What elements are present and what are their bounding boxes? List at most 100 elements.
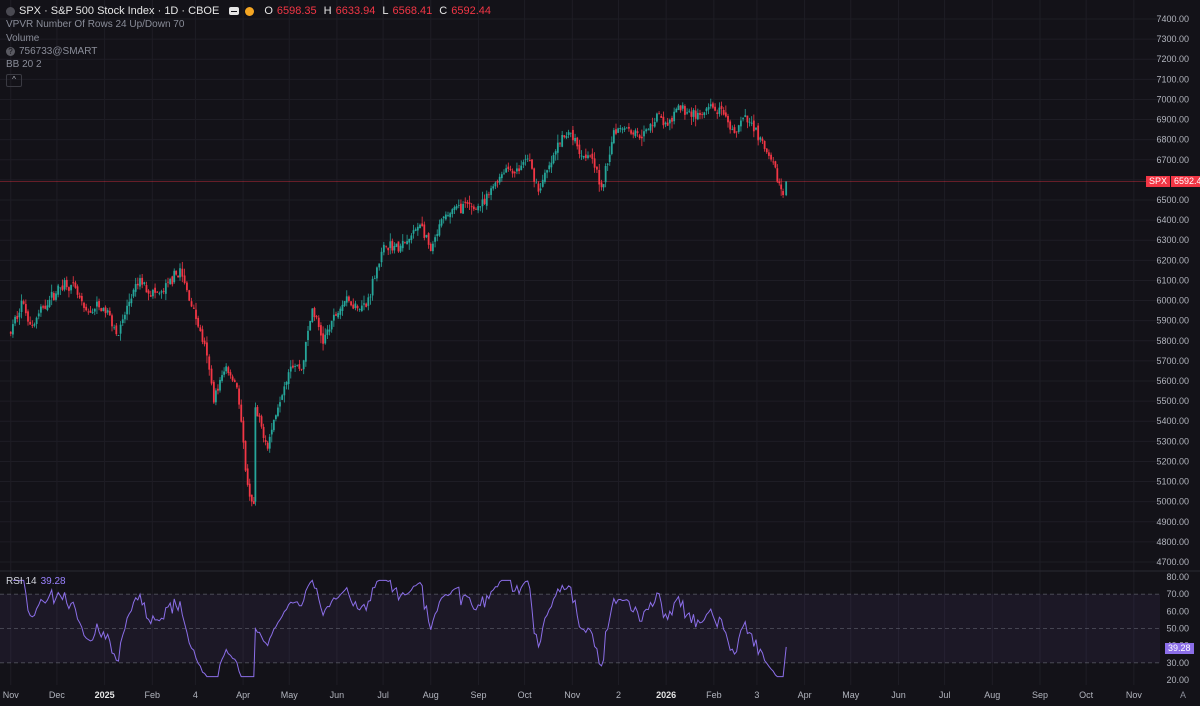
candle-body [363, 303, 365, 305]
rsi-legend[interactable]: RSI 14 39.28 [6, 576, 66, 587]
candle-body [20, 300, 23, 312]
candle [440, 218, 443, 228]
candle [447, 211, 449, 218]
price-axis-label: 5100.00 [1156, 477, 1189, 487]
indicator-account[interactable]: ? 756733@SMART [6, 45, 494, 58]
candle-body [496, 181, 499, 183]
candle-body [679, 105, 682, 111]
candle-body [681, 105, 684, 109]
candle-body [298, 364, 301, 369]
candle [434, 234, 436, 248]
price-axis-label: 6500.00 [1156, 195, 1189, 205]
candle-body [264, 440, 267, 443]
chevron-up-icon[interactable]: ^ [6, 73, 22, 87]
candle [591, 148, 594, 164]
chart-canvas[interactable]: 7400.00 7300.00 7200.00 7100.00 7000.00 6900.… [0, 0, 1200, 706]
candle [260, 414, 263, 429]
candle [130, 294, 133, 307]
candle-body [425, 234, 428, 238]
candle-body [724, 112, 727, 117]
candle [283, 381, 286, 403]
symbol-title[interactable]: SPX · S&P 500 Stock Index · 1D · CBOE [19, 5, 219, 17]
candle-body [169, 278, 172, 284]
auto-scale-icon[interactable]: A [1177, 689, 1189, 701]
candle-body [119, 324, 122, 334]
candle [578, 139, 581, 159]
candle-body [9, 331, 12, 334]
candle-body [195, 309, 197, 319]
candle-body [684, 106, 686, 115]
candle-body [256, 406, 259, 417]
candle [584, 148, 587, 162]
indicator-volume[interactable]: Volume [6, 31, 494, 44]
candle-body [376, 267, 378, 279]
candle-body [451, 209, 454, 214]
candle-body [18, 312, 21, 318]
candle-body [115, 325, 118, 335]
candle [223, 367, 226, 378]
candle [313, 306, 316, 321]
rsi-label: RSI 14 [6, 576, 37, 587]
candle-body [281, 395, 284, 400]
candle-body [582, 155, 585, 158]
candle-body [348, 296, 350, 301]
candle-body [662, 116, 665, 126]
candle-body [574, 137, 576, 142]
candle [212, 380, 215, 404]
price-axis-label: 5200.00 [1156, 456, 1189, 466]
candle-body [59, 287, 62, 289]
candle-body [136, 283, 139, 286]
candle [677, 103, 680, 111]
candle-body [225, 366, 228, 372]
candle [623, 126, 626, 132]
price-axis-label: 7300.00 [1156, 34, 1189, 44]
candle [619, 124, 622, 133]
candle [401, 234, 404, 252]
candle [462, 201, 464, 214]
candle [358, 308, 361, 312]
candle [106, 308, 109, 315]
time-axis-label: Feb [706, 690, 722, 700]
candle [516, 162, 518, 175]
candle [598, 163, 601, 192]
clock-icon[interactable] [245, 6, 255, 16]
tag-icon[interactable] [229, 7, 240, 15]
indicator-vpvr[interactable]: VPVR Number Of Rows 24 Up/Down 70 [6, 18, 494, 31]
candle-body [85, 306, 88, 311]
candle [565, 132, 568, 140]
candle-body [561, 135, 564, 147]
candle-body [61, 285, 64, 290]
candle-body [352, 304, 355, 309]
candle-body [199, 327, 202, 331]
candle [453, 205, 456, 215]
candle-body [31, 325, 34, 326]
time-axis-label: Sep [1032, 690, 1048, 700]
candle [48, 295, 51, 308]
candle-body [179, 268, 181, 278]
candle-body [709, 104, 712, 107]
candle-body [354, 303, 357, 309]
indicator-bb[interactable]: BB 20 2 [6, 58, 494, 71]
candle-body [619, 127, 622, 130]
candle-body [763, 140, 766, 149]
time-axis-label: Feb [145, 690, 161, 700]
price-axis-label: 5400.00 [1156, 416, 1189, 426]
candle-body [152, 289, 154, 297]
candle-body [309, 320, 312, 331]
candle-body [262, 426, 265, 438]
candle [729, 119, 732, 134]
candle-body [212, 381, 215, 403]
candle [395, 243, 398, 248]
candle [539, 183, 542, 194]
candle [636, 127, 639, 137]
symbol-header[interactable]: SPX · S&P 500 Stock Index · 1D · CBOE O6… [6, 4, 494, 18]
candle [40, 304, 42, 317]
candle [735, 131, 738, 138]
candle [576, 136, 579, 150]
candle [552, 152, 555, 165]
candle [425, 234, 428, 239]
candle-body [391, 240, 394, 251]
candle [330, 320, 333, 333]
candle-body [48, 299, 51, 307]
candle-body [770, 154, 772, 160]
